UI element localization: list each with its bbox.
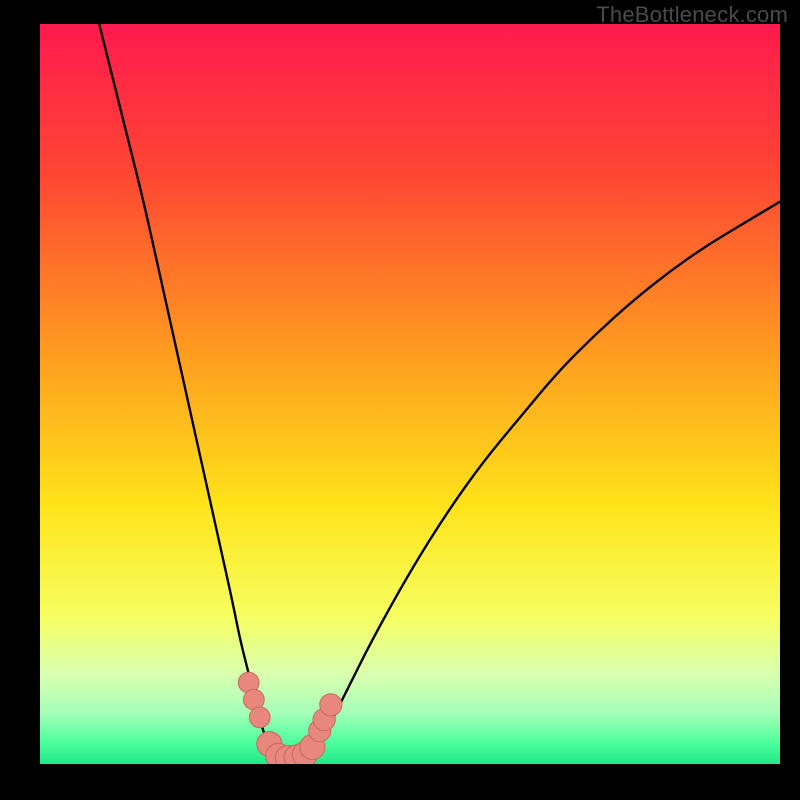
data-marker	[320, 694, 342, 716]
bottleneck-chart	[40, 24, 780, 764]
plot-area	[40, 24, 780, 764]
gradient-background	[40, 24, 780, 764]
data-marker	[249, 707, 270, 728]
chart-frame: TheBottleneck.com	[0, 0, 800, 800]
